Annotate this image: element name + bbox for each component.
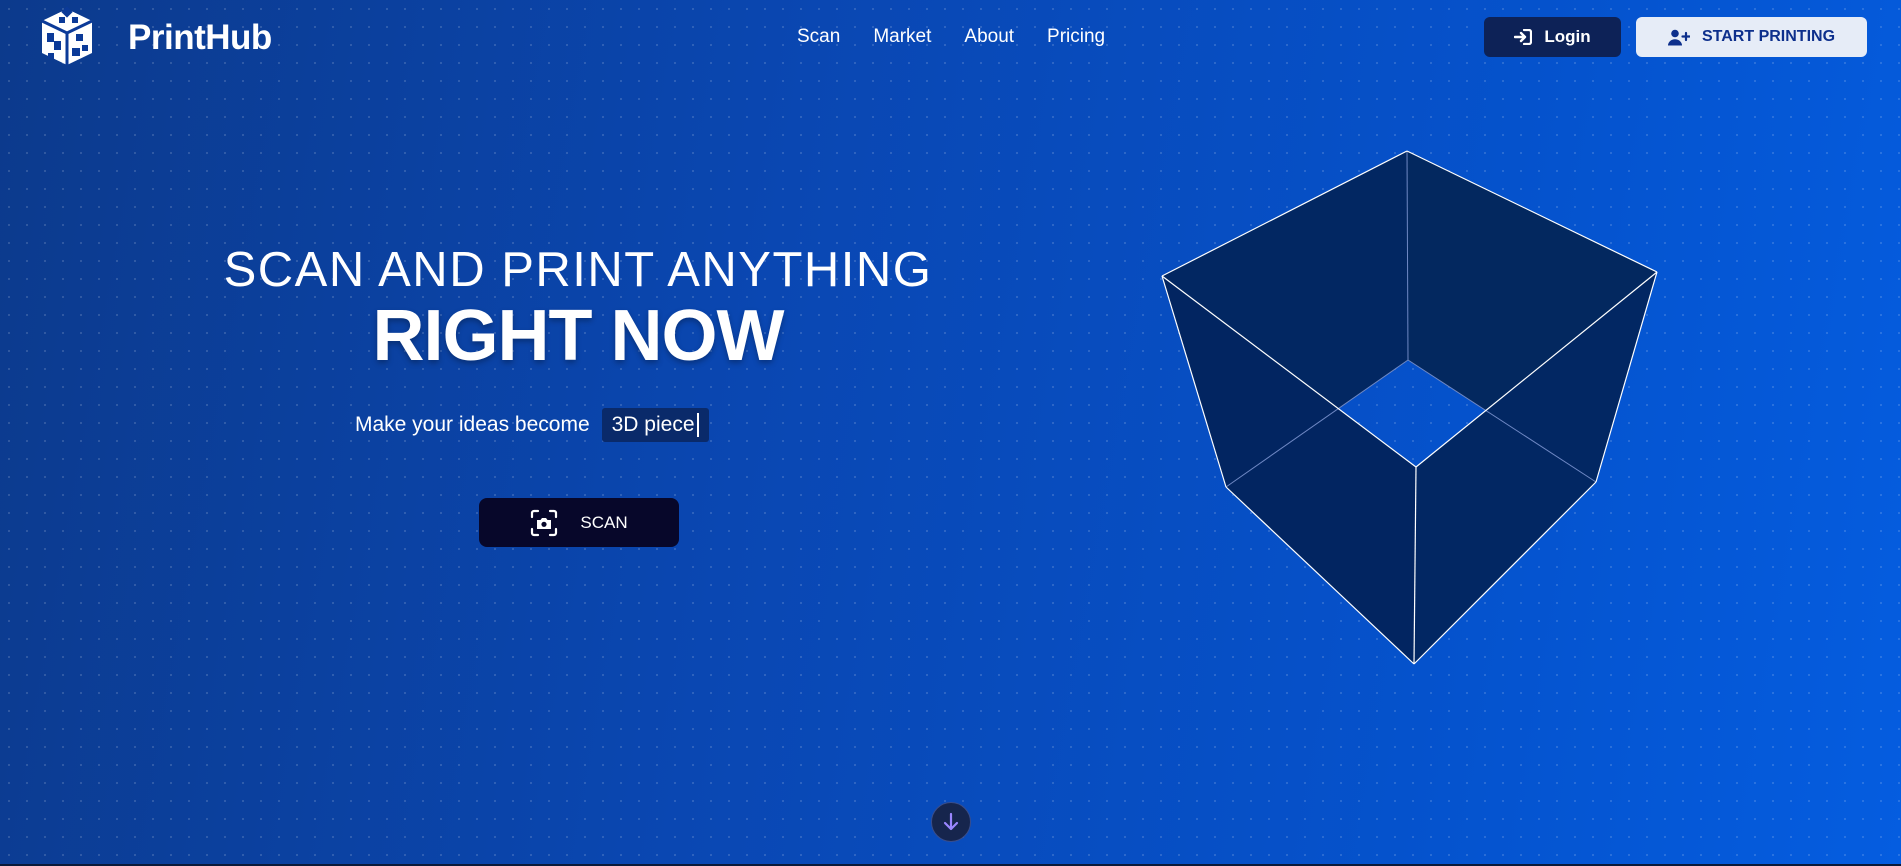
start-printing-label: START PRINTING [1701,28,1836,45]
scan-label: SCAN [580,512,628,532]
cube-face-left [1162,151,1408,487]
cube-edge [1225,486,1415,665]
tagline-text: Make your ideas become [355,413,590,436]
cube-edge [1161,150,1408,277]
hero-headline: SCAN AND PRINT ANYTHING [223,243,933,297]
brand-name: PrintHub [128,17,272,57]
cube-face-back [1162,151,1657,360]
cube-face-right [1407,151,1657,482]
typed-word: 3D piece [611,413,695,436]
arrow-down-icon [942,812,960,832]
site-header: PrintHub Scan Market About Pricing Login… [0,0,1901,74]
main-nav: Scan Market About Pricing [797,24,1105,50]
text-cursor [696,413,699,437]
printhub-cube-logo-icon [41,6,93,65]
nav-link-scan[interactable]: Scan [797,24,840,50]
dot-grid-background [0,0,1901,866]
cube-edge-hidden [1225,359,1409,488]
nav-link-market[interactable]: Market [873,24,931,50]
scroll-down-button[interactable] [931,802,971,842]
scan-button[interactable]: SCAN [479,498,679,547]
cube-face-front-left [1162,276,1416,664]
cube-edge [1161,275,1417,468]
login-button[interactable]: Login [1484,17,1621,57]
tagline: Make your ideas become 3D piece [355,408,709,442]
hero-headline-emphasis: RIGHT NOW [372,296,785,376]
cube-edge [1406,150,1658,273]
wireframe-cube [1161,150,1658,665]
nav-link-about[interactable]: About [964,24,1014,50]
brand[interactable]: PrintHub [38,6,272,68]
cube-face-front-right [1414,272,1657,664]
cube-edge-hidden [1407,359,1597,483]
cube-edge [1413,466,1417,665]
camera-scan-icon [530,509,558,537]
typed-word-box: 3D piece [601,408,709,442]
cube-edge-hidden [1406,150,1409,361]
nav-link-pricing[interactable]: Pricing [1047,24,1105,50]
start-printing-button[interactable]: START PRINTING [1636,17,1867,57]
user-plus-icon [1667,29,1690,46]
cube-edge [1415,271,1658,468]
cube-edge [1595,271,1658,483]
sign-in-icon [1514,29,1533,45]
login-label: Login [1544,27,1591,46]
cube-edge [1413,481,1597,665]
cube-edge [1161,275,1227,488]
